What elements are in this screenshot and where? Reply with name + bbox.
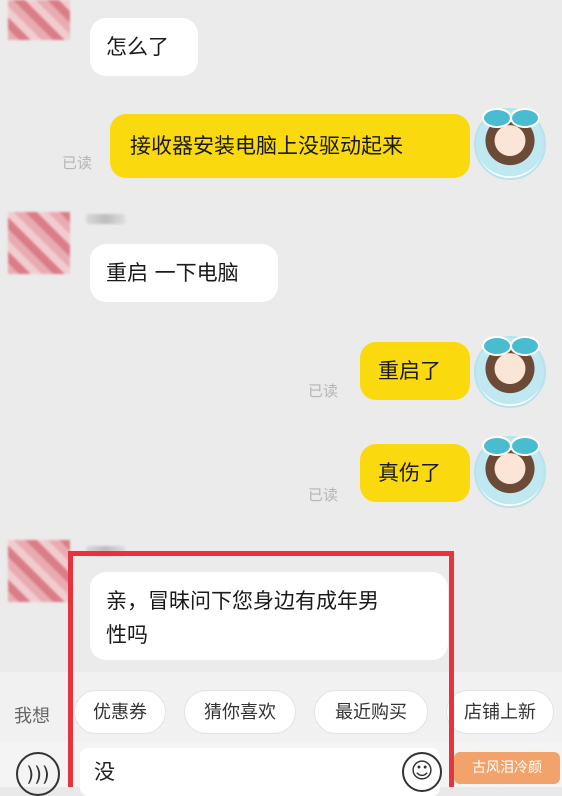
suggestion-prefix: 我想 (14, 706, 50, 727)
bow-icon (510, 436, 540, 456)
read-status: 已读 (308, 382, 339, 400)
message-bubble: 重启了 (360, 342, 470, 400)
sender-name (86, 214, 126, 224)
message-bubble: 接收器安装电脑上没驱动起来 (110, 114, 470, 178)
avatar[interactable] (474, 108, 546, 180)
read-status: 已读 (308, 486, 339, 504)
avatar[interactable] (474, 436, 546, 508)
bow-icon (482, 108, 512, 128)
avatar[interactable] (8, 0, 70, 40)
chip-new-arrivals[interactable]: 店铺上新 (446, 690, 554, 734)
bow-icon (510, 336, 540, 356)
bow-icon (482, 436, 512, 456)
bow-icon (482, 336, 512, 356)
message-bubble: 重启 一下电脑 (90, 244, 278, 302)
message-bubble: 怎么了 (90, 18, 198, 76)
message-bubble: 真伤了 (360, 444, 470, 502)
avatar[interactable] (474, 336, 546, 408)
bow-icon (510, 108, 540, 128)
highlight-frame (68, 551, 454, 787)
avatar[interactable] (8, 212, 70, 274)
voice-icon[interactable]: ))) (16, 752, 60, 796)
avatar[interactable] (8, 540, 70, 602)
watermark: 古风泪冷颜 (454, 752, 560, 784)
read-status: 已读 (62, 154, 93, 172)
